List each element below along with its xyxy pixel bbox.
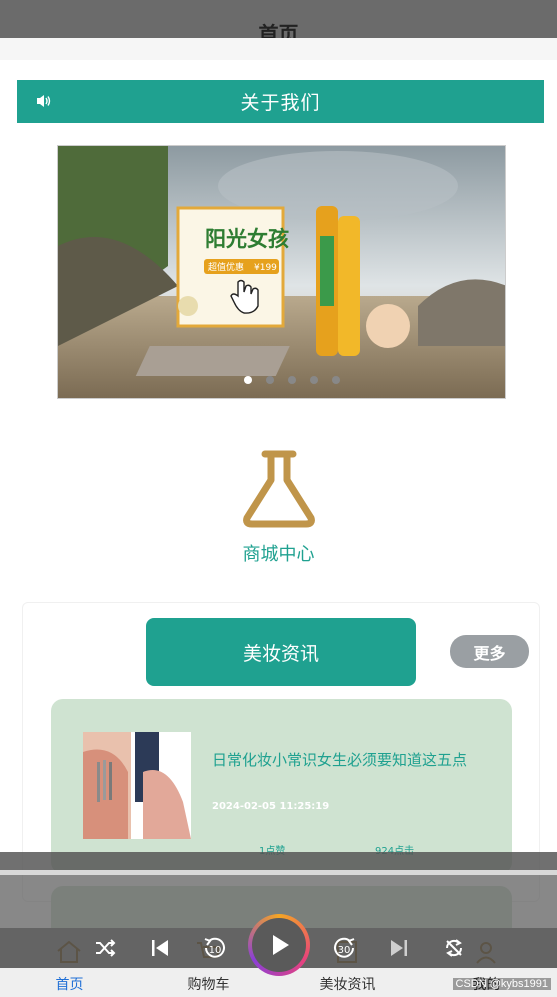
rewind-10-icon: 10	[204, 937, 225, 958]
news-card[interactable]: 日常化妆小常识女生必须要知道这五点 2024-02-05 11:25:19 1点…	[51, 699, 512, 874]
banner-image: 阳光女孩 超值优惠 ¥199	[58, 146, 505, 398]
player-overlay	[0, 852, 557, 870]
tab-home-label: 首页	[55, 977, 84, 993]
shuffle-button[interactable]	[91, 934, 119, 962]
banner-headline: 阳光女孩	[205, 226, 289, 251]
repeat-button[interactable]	[440, 934, 468, 962]
flask-icon	[242, 450, 315, 528]
mall-center-label: 商城中心	[242, 544, 315, 565]
next-icon	[391, 940, 407, 956]
header-subbar	[0, 38, 557, 60]
previous-button[interactable]	[146, 934, 174, 962]
play-button[interactable]	[248, 914, 310, 976]
previous-icon	[152, 940, 168, 956]
svg-text:30: 30	[338, 945, 351, 956]
forward-30-icon: 30	[334, 937, 355, 958]
banner-sub-tag: 超值优惠	[208, 261, 244, 273]
news-title-button[interactable]: 美妆资讯	[146, 618, 416, 686]
watermark: CSDN @kybs1991	[452, 978, 551, 990]
svg-text:10: 10	[209, 945, 222, 956]
tab-news-label: 美妆资讯	[319, 977, 376, 993]
forward-30-button[interactable]: 30	[330, 934, 358, 962]
about-us-label: 关于我们	[240, 92, 321, 114]
speaker-icon	[37, 95, 51, 107]
shuffle-icon	[96, 939, 116, 957]
repeat-icon	[445, 939, 463, 957]
banner-price-tag: ¥199	[254, 263, 277, 273]
tab-cart-label: 购物车	[187, 977, 230, 993]
news-thumbnail	[83, 732, 191, 839]
next-button[interactable]	[385, 934, 413, 962]
news-item-title: 日常化妆小常识女生必须要知道这五点	[212, 751, 468, 769]
news-item-date: 2024-02-05 11:25:19	[212, 801, 330, 812]
banner-carousel[interactable]: 阳光女孩 超值优惠 ¥199	[57, 145, 506, 399]
play-icon	[273, 935, 289, 955]
mall-center-button[interactable]	[0, 446, 557, 532]
more-button[interactable]: 更多	[450, 635, 529, 668]
rewind-10-button[interactable]: 10	[201, 934, 229, 962]
about-us-button[interactable]: 关于我们	[17, 80, 544, 123]
